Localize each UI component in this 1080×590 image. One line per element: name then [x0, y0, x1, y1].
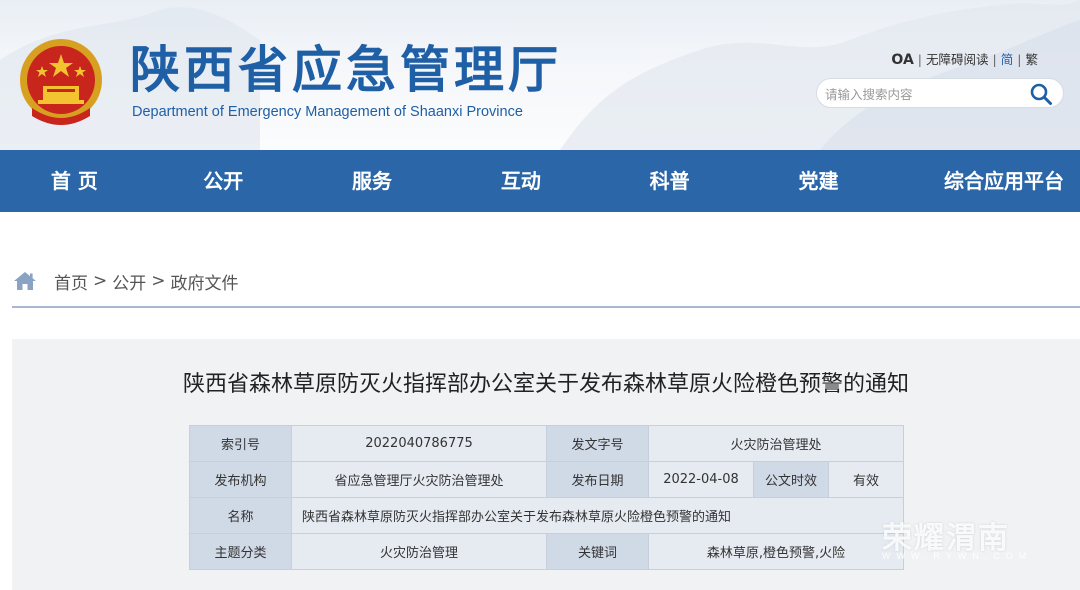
- home-icon: [14, 272, 36, 290]
- national-emblem-icon: [20, 39, 102, 125]
- breadcrumb-public[interactable]: 公开: [112, 269, 146, 294]
- breadcrumb-separator: >: [151, 271, 166, 291]
- traditional-chinese-link[interactable]: 繁: [1025, 52, 1038, 67]
- doc-number-value: 火灾防治管理处: [648, 425, 904, 462]
- oa-link[interactable]: OA: [891, 52, 913, 68]
- nav-item-public[interactable]: 公开: [149, 150, 298, 212]
- link-separator: |: [992, 52, 997, 67]
- breadcrumb-separator: >: [93, 271, 108, 291]
- simplified-chinese-link[interactable]: 简: [1001, 52, 1014, 67]
- table-row: 发布机构 省应急管理厅火灾防治管理处 发布日期 2022-04-08 公文时效 …: [189, 461, 904, 498]
- nav-item-service[interactable]: 服务: [298, 150, 447, 212]
- index-label: 索引号: [189, 425, 292, 462]
- site-header: 陕西省应急管理厅 Department of Emergency Managem…: [0, 0, 1080, 150]
- accessibility-link[interactable]: 无障碍阅读: [926, 52, 989, 67]
- validity-label: 公文时效: [753, 461, 829, 498]
- nav-item-party[interactable]: 党建: [744, 150, 893, 212]
- site-title-chinese: 陕西省应急管理厅: [130, 41, 562, 99]
- keywords-value: 森林草原,橙色预警,火险: [648, 533, 904, 570]
- breadcrumb-gov-documents[interactable]: 政府文件: [171, 269, 239, 294]
- search-box: [816, 78, 1064, 108]
- name-value: 陕西省森林草原防灭火指挥部办公室关于发布森林草原火险橙色预警的通知: [291, 497, 904, 534]
- table-row: 索引号 2022040786775 发文字号 火灾防治管理处: [189, 425, 904, 462]
- search-icon[interactable]: [1029, 82, 1053, 106]
- link-separator: |: [1017, 52, 1022, 67]
- breadcrumb: 首页 > 公开 > 政府文件: [12, 266, 239, 296]
- issuer-label: 发布机构: [189, 461, 292, 498]
- topic-value: 火灾防治管理: [291, 533, 547, 570]
- doc-number-label: 发文字号: [546, 425, 649, 462]
- nav-item-platform[interactable]: 综合应用平台: [893, 150, 1080, 212]
- validity-value: 有效: [828, 461, 904, 498]
- site-title-english: Department of Emergency Management of Sh…: [132, 104, 523, 120]
- main-nav: 首 页 公开 服务 互动 科普 党建 综合应用平台: [0, 150, 1080, 212]
- topic-label: 主题分类: [189, 533, 292, 570]
- table-row: 主题分类 火灾防治管理 关键词 森林草原,橙色预警,火险: [189, 533, 904, 570]
- index-value: 2022040786775: [291, 425, 547, 462]
- date-value: 2022-04-08: [648, 461, 754, 498]
- search-input[interactable]: [825, 83, 1025, 105]
- date-label: 发布日期: [546, 461, 649, 498]
- table-row: 名称 陕西省森林草原防灭火指挥部办公室关于发布森林草原火险橙色预警的通知: [189, 497, 904, 534]
- nav-item-home[interactable]: 首 页: [0, 150, 149, 212]
- keywords-label: 关键词: [546, 533, 649, 570]
- breadcrumb-home[interactable]: 首页: [54, 269, 88, 294]
- top-links: OA | 无障碍阅读 | 简 | 繁: [891, 49, 1038, 68]
- document-info-table: 索引号 2022040786775 发文字号 火灾防治管理处 发布机构 省应急管…: [189, 425, 904, 570]
- nav-item-interaction[interactable]: 互动: [446, 150, 595, 212]
- nav-item-science[interactable]: 科普: [595, 150, 744, 212]
- issuer-value: 省应急管理厅火灾防治管理处: [291, 461, 547, 498]
- link-separator: |: [917, 52, 923, 67]
- document-title: 陕西省森林草原防灭火指挥部办公室关于发布森林草原火险橙色预警的通知: [182, 372, 909, 397]
- breadcrumb-divider: [12, 306, 1080, 308]
- name-label: 名称: [189, 497, 292, 534]
